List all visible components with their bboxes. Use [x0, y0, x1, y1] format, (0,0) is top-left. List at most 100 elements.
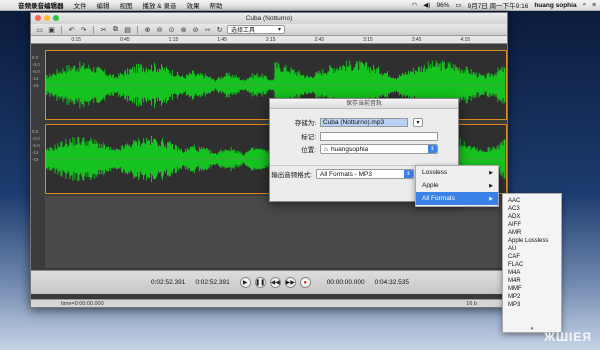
- menu-item-label: All Formats: [422, 195, 455, 202]
- location-value: huangsophia: [330, 145, 369, 153]
- copy-icon[interactable]: ⧉: [111, 25, 120, 34]
- format-option[interactable]: MP2: [503, 293, 561, 301]
- window-titlebar: Cuba (Notturno): [31, 13, 507, 24]
- cut-icon[interactable]: ✂: [99, 25, 108, 34]
- fit-width-icon[interactable]: ⇿: [203, 25, 212, 34]
- format-option[interactable]: ADX: [503, 213, 561, 221]
- system-menubar: 音频录音编辑器 文件 编辑 视图 播放 & 录音 效果 帮助 ◠ ◀) 96% …: [0, 0, 600, 11]
- location-row: 位置: ⌂ huangsophia ⇕: [276, 144, 438, 154]
- menu-edit[interactable]: 编辑: [97, 0, 110, 10]
- menu-view[interactable]: 视图: [120, 0, 133, 10]
- format-option[interactable]: M4R: [503, 277, 561, 285]
- location-popup[interactable]: ⌂ huangsophia ⇕: [320, 144, 438, 154]
- ruler-tick: 0:45: [119, 37, 130, 43]
- menu-item-label: Apple: [422, 182, 439, 189]
- home-folder-icon: ⌂: [324, 145, 328, 153]
- format-option[interactable]: AU: [503, 245, 561, 253]
- menu-file[interactable]: 文件: [74, 0, 87, 10]
- ruler-tick: 2:15: [265, 37, 276, 43]
- zoom-out-icon[interactable]: ⊖: [155, 25, 164, 34]
- zoom-full-icon[interactable]: ⊘: [191, 25, 200, 34]
- selection-end-time[interactable]: 0:02:52.391: [195, 279, 229, 286]
- forward-button[interactable]: ▶▶: [284, 277, 296, 288]
- zoom-in-icon[interactable]: ⊕: [143, 25, 152, 34]
- chevron-right-icon: ▶: [489, 182, 493, 189]
- toolbar-divider: [93, 25, 94, 34]
- db-label: -18: [32, 157, 39, 162]
- menubar-datetime[interactable]: 9月7日 周一下午9:16: [468, 0, 529, 10]
- expand-dialog-button[interactable]: ▾: [413, 117, 423, 127]
- status-format: 16 b: [466, 300, 477, 307]
- menubar-app-name[interactable]: 音频录音编辑器: [18, 0, 64, 10]
- format-option[interactable]: AIFF: [503, 221, 561, 229]
- ruler-tick: 1:15: [168, 37, 179, 43]
- save-as-row: 存储为: Cuba (Notturno).mp3 ▾: [276, 117, 423, 127]
- db-label: 0.0: [32, 55, 39, 60]
- zoom-window-button[interactable]: [53, 15, 59, 21]
- toolbar: ▭ ▣ ↶ ↷ ✂ ⧉ ▤ ⊕ ⊖ ⊙ ⊗ ⊘ ⇿ ↻ 选择工具 ▾: [31, 24, 507, 36]
- menu-item-lossless[interactable]: Lossless ▶: [416, 166, 498, 179]
- menu-item-apple[interactable]: Apple ▶: [416, 179, 498, 192]
- close-window-button[interactable]: [35, 15, 41, 21]
- ruler-tick: 3:15: [363, 37, 373, 43]
- ruler-tick: 3:45: [411, 37, 422, 43]
- play-button[interactable]: ▶: [239, 277, 251, 288]
- popup-arrows-icon: ⇕: [428, 145, 437, 153]
- format-option[interactable]: CAF: [503, 253, 561, 261]
- menu-play-record[interactable]: 播放 & 录音: [143, 0, 177, 10]
- ruler-tick: 2:45: [314, 37, 325, 43]
- pause-button[interactable]: ❚❚: [254, 277, 266, 288]
- track2-db-scale: 0.0 -3.0 -6.0 -12 -18: [32, 128, 40, 163]
- zoom-fit-icon[interactable]: ⊗: [179, 25, 188, 34]
- current-position-time[interactable]: 00:00:00.000: [327, 279, 365, 286]
- db-label: -12: [32, 76, 39, 81]
- toolbar-divider: [137, 25, 138, 34]
- transport-bar: 0:02:52.391 0:02:52.391 ▶ ❚❚ ◀◀ ▶▶ ● 00:…: [31, 270, 507, 294]
- db-label: 0.0: [32, 129, 39, 134]
- toolbar-divider: [61, 25, 62, 34]
- battery-percent[interactable]: 96%: [436, 2, 449, 9]
- list-icon[interactable]: ≡: [592, 2, 596, 9]
- search-icon[interactable]: ⌕: [583, 1, 587, 9]
- open-file-icon[interactable]: ▭: [35, 25, 44, 34]
- format-option[interactable]: FLAC: [503, 261, 561, 269]
- menu-effects[interactable]: 效果: [186, 0, 199, 10]
- window-title: Cuba (Notturno): [245, 15, 293, 22]
- tags-label: 标记:: [301, 134, 316, 141]
- menu-help[interactable]: 帮助: [209, 0, 222, 10]
- format-option[interactable]: MP3: [503, 301, 561, 309]
- rewind-button[interactable]: ◀◀: [269, 277, 281, 288]
- format-option[interactable]: AMR: [503, 229, 561, 237]
- tags-row: 标记:: [276, 131, 438, 141]
- minimize-window-button[interactable]: [44, 15, 50, 21]
- menubar-user[interactable]: huang sophia: [534, 2, 576, 9]
- redo-icon[interactable]: ↷: [79, 25, 88, 34]
- tool-select-dropdown[interactable]: 选择工具 ▾: [227, 25, 285, 34]
- menu-item-all-formats[interactable]: All Formats ▶: [416, 192, 498, 205]
- record-button[interactable]: ●: [299, 277, 311, 288]
- save-file-icon[interactable]: ▣: [47, 25, 56, 34]
- selection-start-time[interactable]: 0:02:52.391: [151, 279, 185, 286]
- undo-icon[interactable]: ↶: [67, 25, 76, 34]
- tags-field[interactable]: [320, 131, 438, 141]
- popup-arrows-icon: ⇕: [404, 170, 413, 178]
- format-option[interactable]: M4A: [503, 269, 561, 277]
- db-label: -3.0: [32, 62, 40, 67]
- paste-icon[interactable]: ▤: [123, 25, 132, 34]
- status-bar: time=0:00:00.000 16 b: [31, 299, 507, 307]
- format-popup[interactable]: All Formats - MP3 ⇕: [316, 169, 414, 179]
- format-option[interactable]: AC3: [503, 205, 561, 213]
- db-label: -12: [32, 150, 39, 155]
- wifi-icon[interactable]: ◠: [412, 1, 418, 9]
- filename-field[interactable]: Cuba (Notturno).mp3: [320, 117, 408, 127]
- format-option[interactable]: AAC: [503, 197, 561, 205]
- format-label: 输出音频格式:: [271, 172, 312, 179]
- volume-icon[interactable]: ◀): [423, 1, 430, 9]
- zoom-selection-icon[interactable]: ⊙: [167, 25, 176, 34]
- format-option[interactable]: Apple Lossless: [503, 237, 561, 245]
- format-option[interactable]: MMF: [503, 285, 561, 293]
- track1-db-scale: 0.0 -3.0 -6.0 -12 -18: [32, 54, 40, 89]
- format-row: 输出音频格式: All Formats - MP3 ⇕: [270, 169, 414, 179]
- loop-icon[interactable]: ↻: [215, 25, 224, 34]
- timeline-ruler[interactable]: 0:15 0:45 1:15 1:45 2:15 2:45 3:15 3:45 4:15: [31, 36, 507, 44]
